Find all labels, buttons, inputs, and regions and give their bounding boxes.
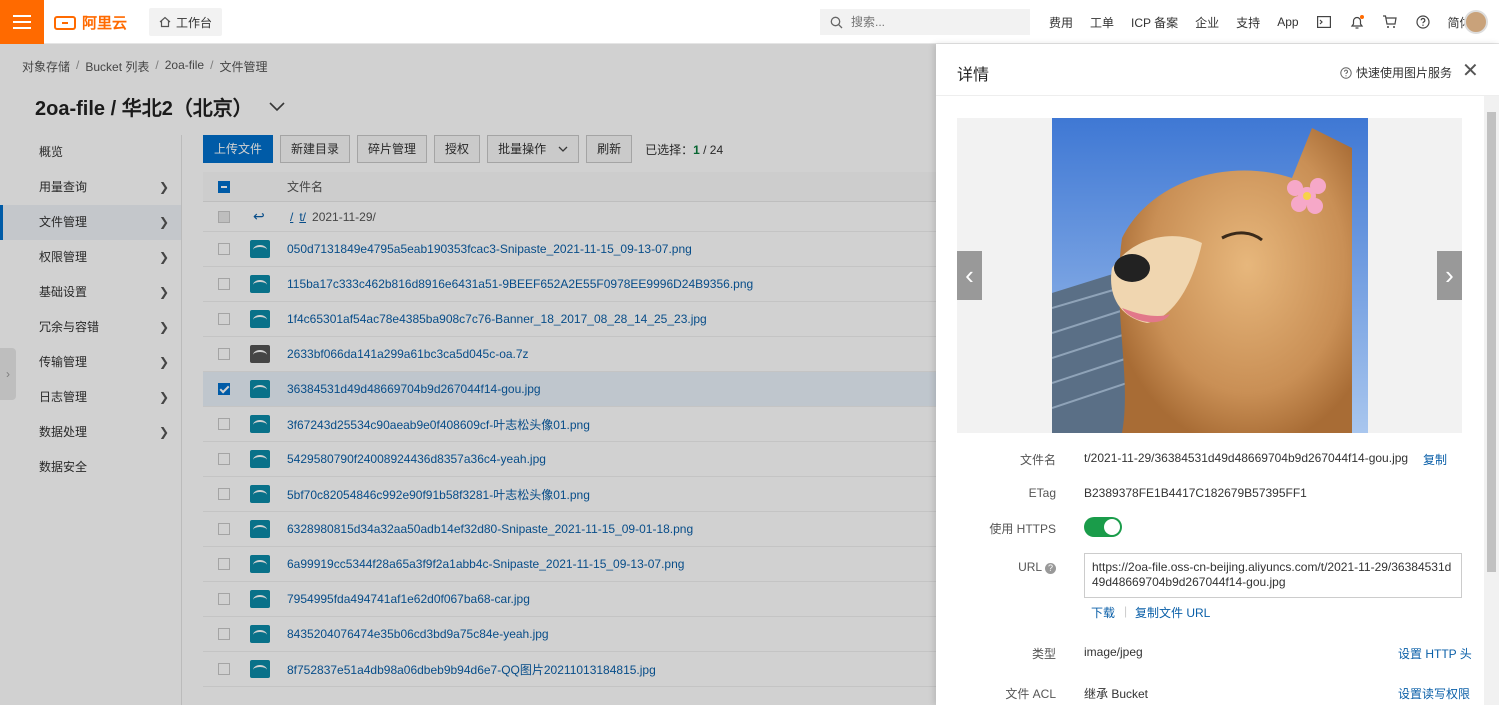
filename-label: 文件名	[1019, 453, 1056, 467]
top-bar: 阿里云 工作台 费用 工单 ICP 备案 企业 支持 App 简体	[0, 0, 1499, 44]
search-input[interactable]	[851, 15, 1011, 29]
panel-scrollbar[interactable]	[1484, 96, 1499, 705]
menu-icon[interactable]	[0, 0, 44, 44]
modal-overlay[interactable]	[0, 44, 936, 705]
image-preview: ‹ ›	[957, 118, 1462, 433]
set-http-header-link[interactable]: 设置 HTTP 头	[1398, 645, 1472, 662]
global-search[interactable]	[820, 9, 1030, 35]
type-label: 类型	[1031, 647, 1056, 661]
acl-value: 继承 Bucket	[1084, 687, 1149, 701]
nav-support[interactable]: 支持	[1236, 14, 1260, 31]
home-icon	[159, 16, 171, 28]
close-icon[interactable]: ✕	[1462, 58, 1479, 83]
details-panel: 详情 快速使用图片服务 ✕ ‹ › 文件名 t/2021-11-29/36384…	[936, 44, 1499, 705]
logo-text: 阿里云	[82, 15, 128, 32]
panel-header: 详情 快速使用图片服务 ✕	[936, 44, 1499, 96]
type-value: image/jpeg	[1084, 645, 1143, 659]
terminal-icon[interactable]	[1316, 14, 1332, 30]
avatar[interactable]	[1464, 10, 1488, 34]
aliyun-logo[interactable]: 阿里云	[54, 12, 127, 33]
copy-filename-link[interactable]: 复制	[1423, 451, 1447, 468]
search-icon	[830, 16, 843, 28]
nav-app[interactable]: App	[1277, 15, 1298, 29]
https-toggle[interactable]	[1084, 517, 1122, 537]
cart-icon[interactable]	[1382, 14, 1398, 30]
bell-icon[interactable]	[1349, 14, 1365, 30]
quick-image-service-link[interactable]: 快速使用图片服务	[1340, 64, 1452, 81]
preview-image	[1052, 118, 1368, 433]
download-link[interactable]: 下载	[1091, 604, 1115, 621]
etag-label: ETag	[1028, 486, 1056, 500]
prev-image-button[interactable]: ‹	[957, 251, 982, 300]
etag-value: B2389378FE1B4417C182679B57395FF1	[1084, 486, 1307, 500]
link-divider: |	[1124, 604, 1128, 618]
copy-url-link[interactable]: 复制文件 URL	[1135, 604, 1210, 621]
next-image-button[interactable]: ›	[1437, 251, 1462, 300]
nav-fees[interactable]: 费用	[1049, 14, 1073, 31]
nav-tickets[interactable]: 工单	[1090, 14, 1114, 31]
url-label: URL ?	[936, 560, 1056, 574]
acl-label: 文件 ACL	[1005, 687, 1056, 701]
nav-icp[interactable]: ICP 备案	[1131, 14, 1178, 31]
url-label-text: URL	[1018, 560, 1042, 574]
workbench-label: 工作台	[175, 15, 212, 30]
panel-title: 详情	[957, 67, 990, 84]
help-icon[interactable]	[1415, 14, 1431, 30]
workbench-button[interactable]: 工作台	[149, 8, 222, 36]
help-icon	[1340, 66, 1352, 79]
quick-link-label: 快速使用图片服务	[1356, 66, 1453, 80]
nav-enterprise[interactable]: 企业	[1195, 14, 1219, 31]
set-acl-link[interactable]: 设置读写权限	[1398, 685, 1470, 702]
filename-value: t/2021-11-29/36384531d49d48669704b9d2670…	[1084, 451, 1409, 465]
top-nav: 费用 工单 ICP 备案 企业 支持 App 简体	[1049, 0, 1489, 44]
https-label: 使用 HTTPS	[989, 522, 1056, 536]
question-icon[interactable]: ?	[1045, 563, 1056, 574]
scrollbar-thumb[interactable]	[1487, 112, 1496, 572]
url-field[interactable]: https://2oa-file.oss-cn-beijing.aliyuncs…	[1084, 553, 1462, 598]
